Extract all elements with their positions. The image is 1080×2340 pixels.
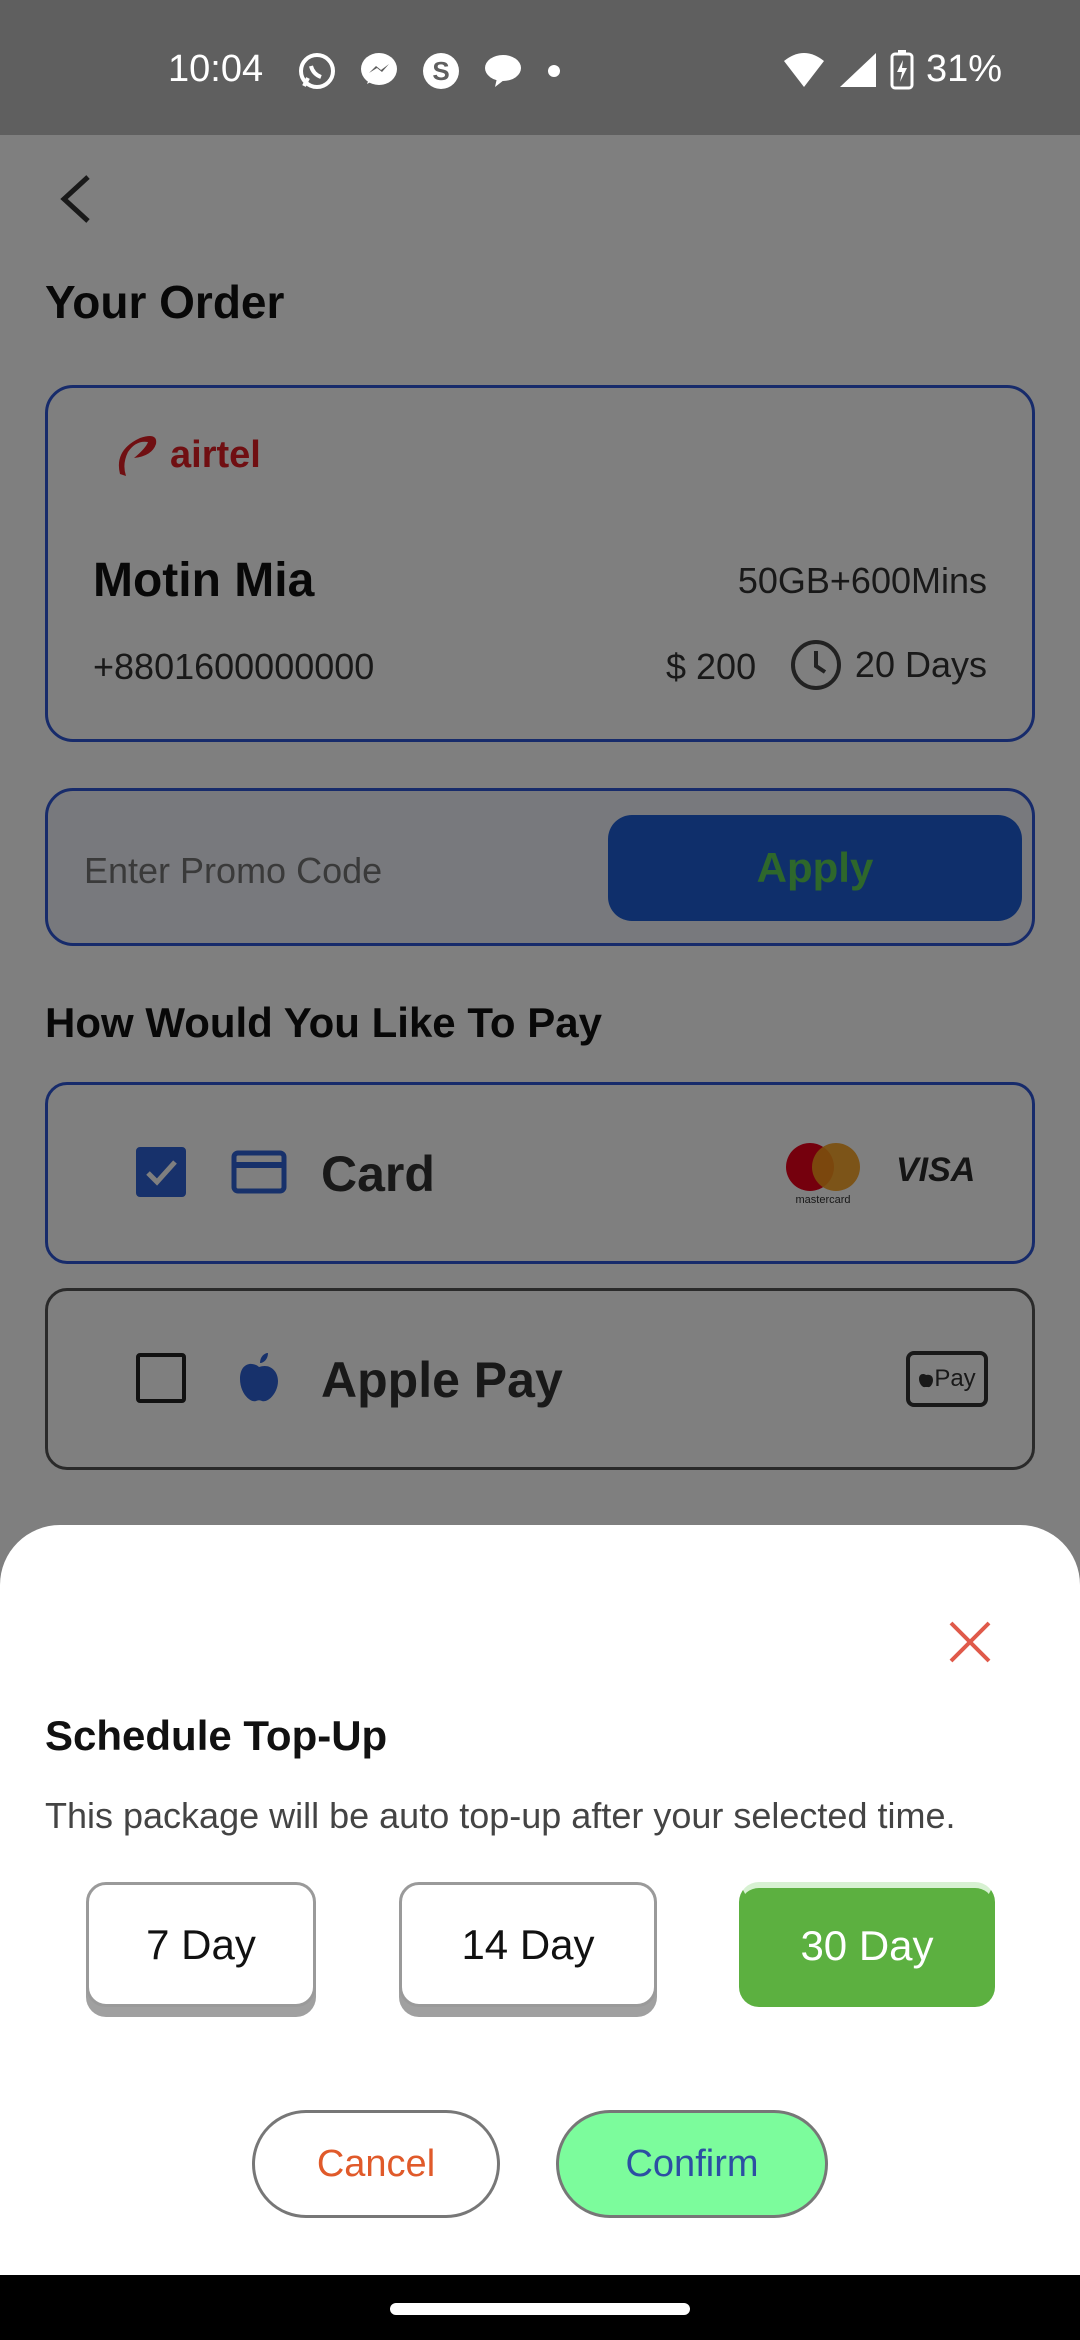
home-indicator[interactable] xyxy=(390,2303,690,2315)
status-bar: 10:04 S 31% xyxy=(0,0,1080,135)
dot-icon xyxy=(548,65,560,77)
sheet-description: This package will be auto top-up after y… xyxy=(45,1795,956,1836)
close-icon xyxy=(949,1621,991,1663)
status-time: 10:04 xyxy=(168,48,264,90)
day-option-30[interactable]: 30 Day xyxy=(739,1882,995,2007)
navigation-bar xyxy=(0,2275,1080,2340)
battery-charging-icon xyxy=(890,49,914,89)
chat-icon xyxy=(485,55,521,87)
signal-icon xyxy=(839,52,876,87)
messenger-icon xyxy=(361,53,397,85)
battery-percent: 31% xyxy=(925,48,1002,90)
notification-icons: S xyxy=(296,50,564,92)
svg-text:S: S xyxy=(432,56,449,86)
schedule-topup-sheet: Schedule Top-Up This package will be aut… xyxy=(0,1525,1080,2275)
whatsapp-icon xyxy=(299,53,335,89)
status-right: 31% xyxy=(782,48,1002,91)
cancel-button[interactable]: Cancel xyxy=(252,2110,500,2218)
close-button[interactable] xyxy=(945,1617,995,1667)
skype-icon: S xyxy=(423,53,459,89)
day-option-7[interactable]: 7 Day xyxy=(86,1882,316,2007)
sheet-title: Schedule Top-Up xyxy=(45,1712,388,1759)
confirm-button[interactable]: Confirm xyxy=(556,2110,828,2218)
wifi-icon xyxy=(783,52,824,87)
day-option-14[interactable]: 14 Day xyxy=(399,1882,657,2007)
